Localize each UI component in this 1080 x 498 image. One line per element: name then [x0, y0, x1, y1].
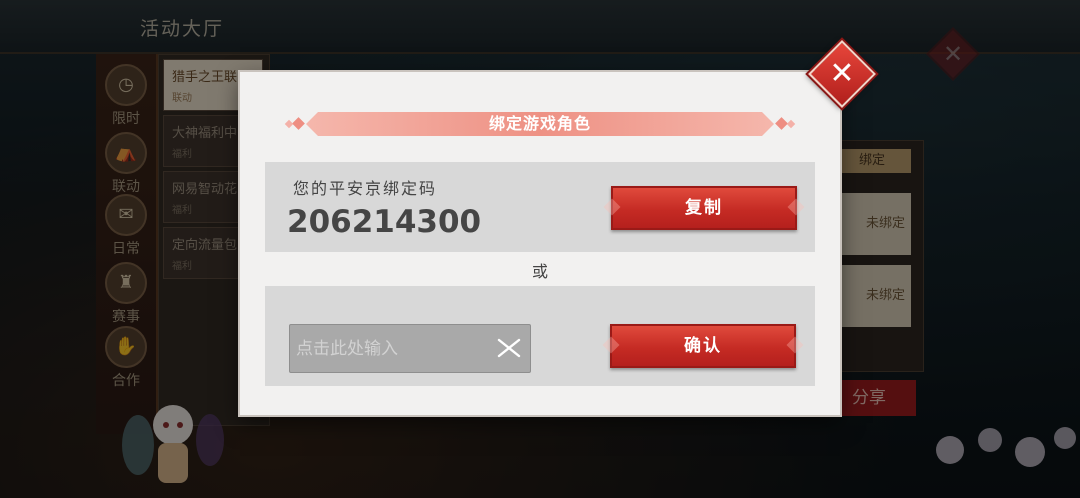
copy-button[interactable]: 复制 [611, 186, 797, 230]
dialog-title: 绑定游戏角色 [488, 114, 591, 133]
confirm-button[interactable]: 确认 [610, 324, 796, 368]
bind-code-panel: 您的平安京绑定码 206214300 复制 [265, 162, 815, 252]
enter-code-panel: 确认 [265, 286, 815, 386]
bind-code-value: 206214300 [287, 204, 482, 240]
ribbon-diamond-right-small [786, 119, 796, 129]
bind-code-label: 您的平安京绑定码 [293, 179, 438, 198]
dialog-title-banner: 绑定游戏角色 [284, 110, 796, 138]
bind-role-dialog: 绑定游戏角色 您的平安京绑定码 206214300 复制 或 确认 [240, 72, 840, 415]
or-divider: 或 [531, 262, 548, 281]
clear-icon[interactable] [495, 334, 523, 362]
